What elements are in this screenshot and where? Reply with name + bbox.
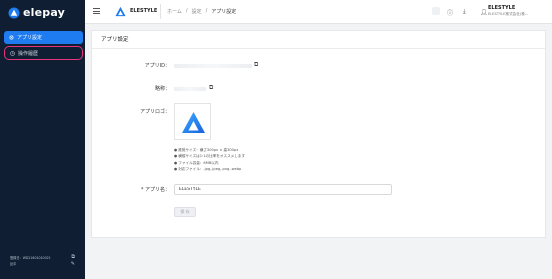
copy-icon[interactable]: ⧉	[71, 254, 75, 260]
download-icon[interactable]: ⤓	[463, 8, 466, 16]
clock-icon	[10, 50, 15, 56]
app-id-label: アプリID：	[144, 63, 170, 69]
page-title: アプリ設定	[92, 31, 545, 49]
sidebar-footer: 登録日：WD21601010021 反中	[10, 255, 80, 267]
sidebar-item-label: アプリ設定	[17, 35, 43, 41]
save-button[interactable]: 保 存	[174, 207, 196, 217]
top-header: ELESTYLE ホーム / 設定 / アプリ設定 ⓘ ⤓ 👤︎ ELESTYL…	[85, 0, 552, 24]
brand-name: elepay	[23, 6, 66, 19]
user-company: ELESTYLE株式会社(株...	[488, 12, 529, 16]
name-label: 略称：	[154, 86, 170, 92]
app-settings-card: アプリ設定 アプリID： ⧉ 略称： ⧉ アプリロゴ： ● 推奨サイズ：横さ30…	[91, 30, 546, 238]
notification-icon[interactable]	[432, 7, 440, 15]
breadcrumb-settings[interactable]: 設定	[192, 8, 202, 15]
app-logo-upload[interactable]	[174, 103, 211, 140]
gear-icon	[9, 35, 14, 40]
breadcrumb-home[interactable]: ホーム	[167, 8, 182, 15]
logo-label: アプリロゴ：	[139, 109, 170, 115]
sidebar-item-label: 操作履歴	[18, 50, 39, 57]
divider	[160, 4, 161, 19]
app-logo-image	[182, 112, 205, 133]
footer-status: 反中	[10, 262, 17, 266]
header-brand: ELESTYLE	[130, 8, 158, 14]
name-value	[174, 87, 206, 91]
sidebar-item-operation-history[interactable]: 操作履歴	[4, 46, 83, 60]
breadcrumb: ホーム / 設定 / アプリ設定	[167, 8, 237, 15]
help-icon[interactable]: ⓘ	[447, 8, 453, 17]
user-name[interactable]: ELESTYLE	[488, 5, 515, 11]
app-id-value	[174, 64, 252, 68]
app-name-input[interactable]	[174, 184, 392, 195]
breadcrumb-current: アプリ設定	[211, 9, 237, 15]
elepay-logo-icon	[8, 7, 20, 18]
menu-icon[interactable]	[93, 8, 100, 14]
brand[interactable]: elepay	[8, 6, 65, 19]
elestyle-logo-icon	[115, 6, 126, 17]
sidebar-item-app-settings[interactable]: アプリ設定	[4, 31, 83, 44]
copy-icon[interactable]: ⧉	[209, 84, 213, 92]
logo-requirements: ● 推奨サイズ：横さ300px × 高300px ● 横縦サイズは1:1の比率を…	[174, 148, 246, 172]
sidebar: elepay アプリ設定 操作履歴 登録日：WD21601010021 反中 ⧉…	[0, 0, 85, 279]
app-name-label: * アプリ名：	[140, 187, 170, 193]
copy-icon[interactable]: ⧉	[254, 61, 258, 69]
user-icon[interactable]: 👤︎	[480, 9, 488, 16]
edit-icon[interactable]: ✎	[71, 261, 75, 267]
